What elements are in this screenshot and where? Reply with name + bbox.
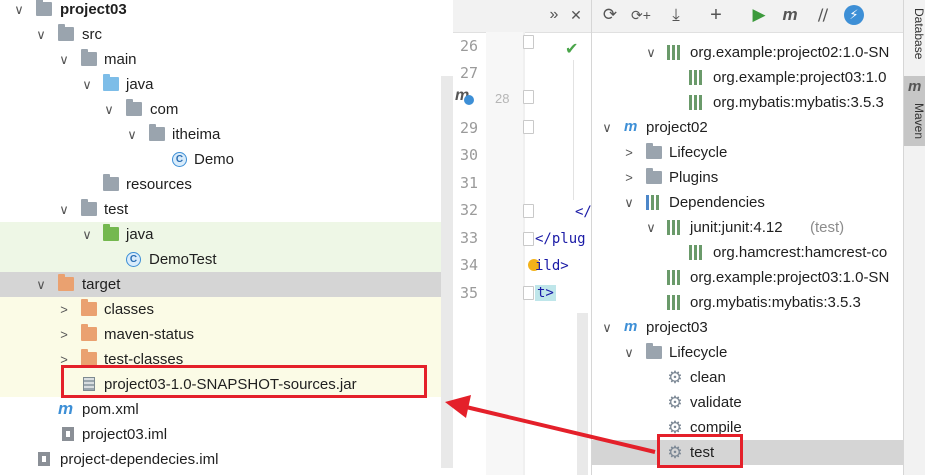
annotation-arrow (445, 395, 656, 454)
